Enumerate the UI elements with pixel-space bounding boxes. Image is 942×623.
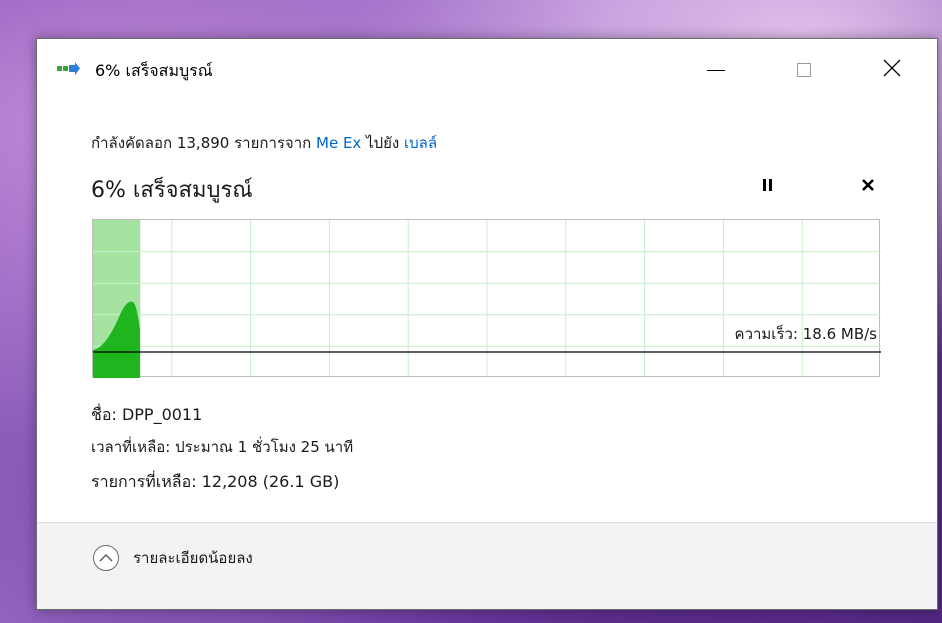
speed-label: ความเร็ว: 18.6 MB/s xyxy=(735,324,878,343)
file-copy-dialog: 6% เสร็จสมบูรณ์ กำลังคัดลอก 13,890 รายกา… xyxy=(36,38,938,610)
minimize-icon xyxy=(707,69,725,71)
minimize-button[interactable] xyxy=(689,39,743,101)
title-bar: 6% เสร็จสมบูรณ์ xyxy=(37,39,937,101)
stop-icon xyxy=(861,177,875,196)
copy-status-line: กำลังคัดลอก 13,890 รายการจาก Me Ex ไปยัง… xyxy=(91,131,437,155)
speed-graph-svg: ความเร็ว: 18.6 MB/s xyxy=(93,220,881,378)
close-button[interactable] xyxy=(865,39,919,101)
source-folder-link[interactable]: Me Ex xyxy=(316,134,361,152)
transfer-speed-graph: ความเร็ว: 18.6 MB/s xyxy=(92,219,881,378)
items-remaining: รายการที่เหลือ: 12,208 (26.1 GB) xyxy=(91,472,340,491)
maximize-button[interactable] xyxy=(777,39,831,101)
cancel-copy-button[interactable] xyxy=(851,169,885,203)
current-file-name: ชื่อ: DPP_0011 xyxy=(91,405,203,424)
window-title: 6% เสร็จสมบูรณ์ xyxy=(95,61,213,80)
dialog-footer: รายละเอียดน้อยลง xyxy=(37,523,937,609)
close-icon xyxy=(883,59,901,81)
fewer-details-label: รายละเอียดน้อยลง xyxy=(133,549,253,567)
destination-folder-link[interactable]: เบลล์ xyxy=(404,134,437,152)
pause-button[interactable] xyxy=(751,169,785,203)
fewer-details-toggle[interactable]: รายละเอียดน้อยลง xyxy=(93,545,253,571)
copy-status-prefix: กำลังคัดลอก 13,890 รายการจาก xyxy=(91,134,316,152)
time-remaining: เวลาที่เหลือ: ประมาณ 1 ชั่วโมง 25 นาที xyxy=(91,438,354,456)
maximize-icon xyxy=(797,63,811,77)
graph-grid xyxy=(93,220,881,378)
chevron-up-icon xyxy=(93,545,119,571)
pause-icon xyxy=(762,177,774,196)
progress-heading: 6% เสร็จสมบูรณ์ xyxy=(91,178,253,203)
file-copy-icon xyxy=(57,61,81,77)
copy-status-middle: ไปยัง xyxy=(361,134,405,152)
